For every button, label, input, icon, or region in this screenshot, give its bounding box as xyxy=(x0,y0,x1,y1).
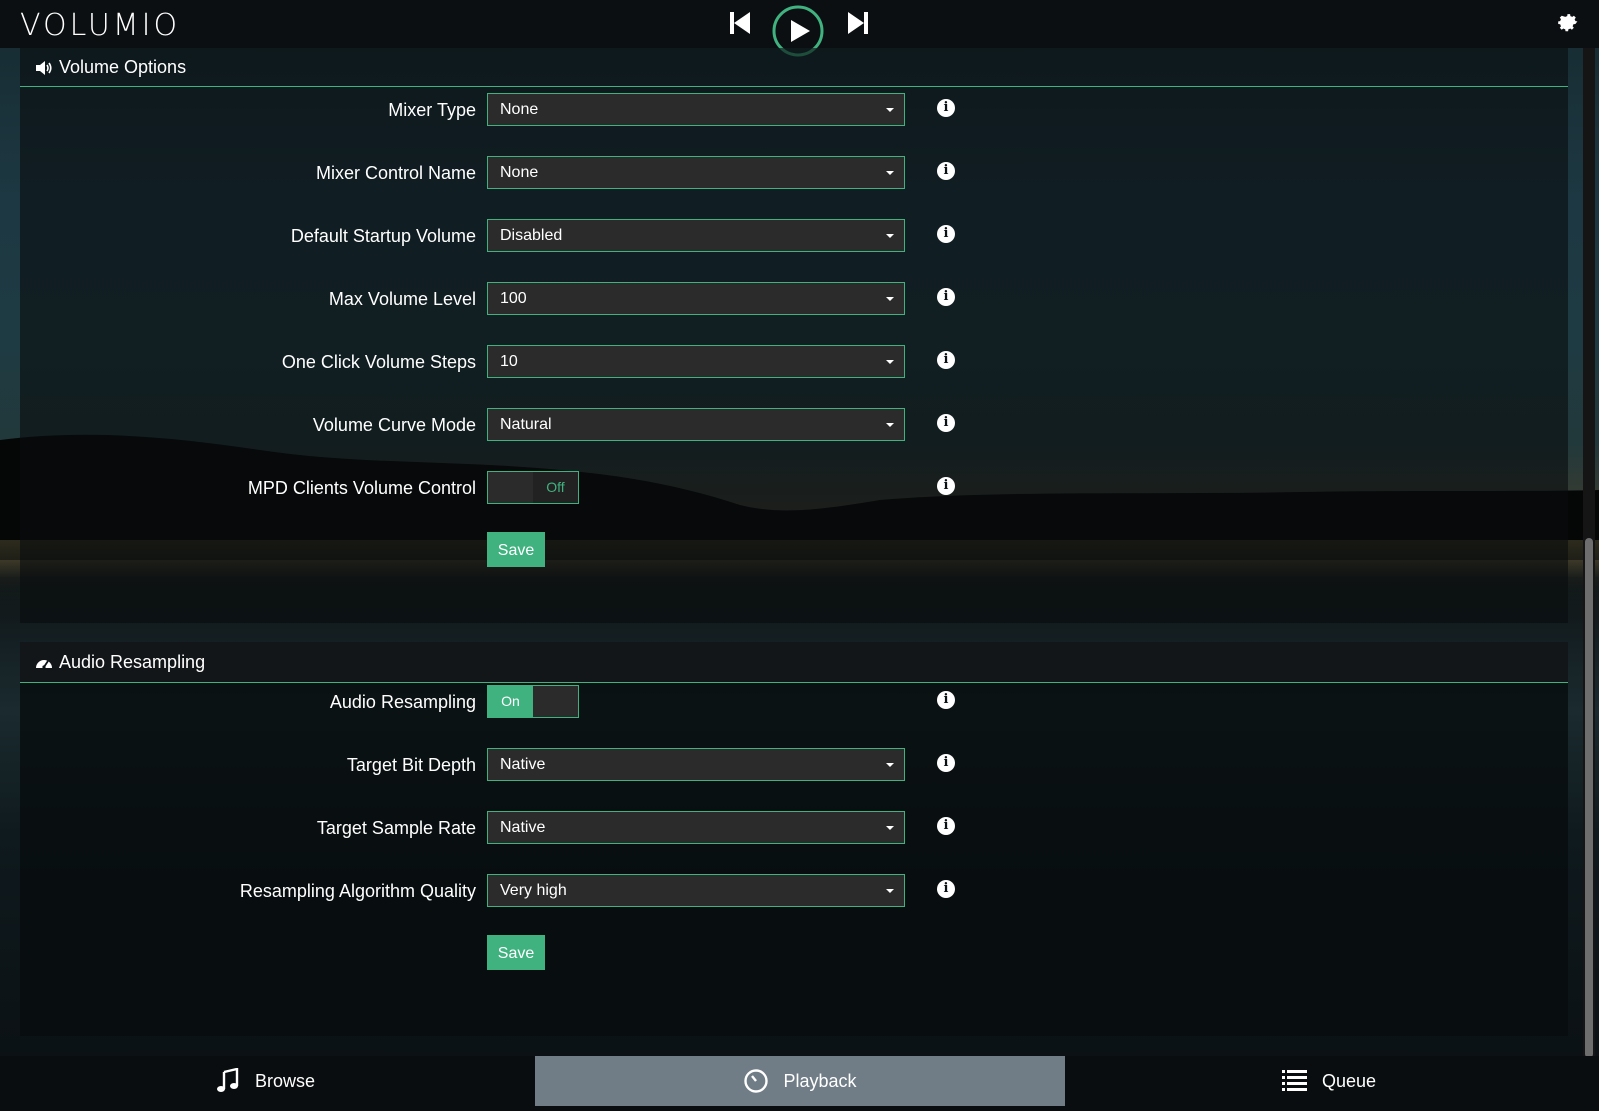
max-volume-level-select[interactable]: 100 xyxy=(487,282,905,315)
volume-curve-mode-select[interactable]: Natural xyxy=(487,408,905,441)
info-icon[interactable]: i xyxy=(937,225,955,243)
skip-previous-icon[interactable] xyxy=(728,10,752,36)
target-sample-rate-label: Target Sample Rate xyxy=(316,818,476,838)
default-startup-volume-select[interactable]: Disabled xyxy=(487,219,905,252)
mpd-clients-volume-toggle[interactable]: Off xyxy=(487,471,579,504)
max-volume-level-row: Max Volume Level 100 i xyxy=(20,282,1568,316)
chevron-down-icon xyxy=(886,423,894,427)
info-icon[interactable]: i xyxy=(937,288,955,306)
volume-save-button[interactable]: Save xyxy=(487,532,545,567)
play-icon xyxy=(791,20,810,42)
dashboard-icon xyxy=(36,659,52,669)
mpd-clients-volume-label: MPD Clients Volume Control xyxy=(247,478,476,498)
info-icon[interactable]: i xyxy=(937,477,955,495)
chevron-down-icon xyxy=(886,763,894,767)
gear-icon[interactable] xyxy=(1556,10,1580,34)
tab-browse-label: Browse xyxy=(254,1070,316,1091)
one-click-volume-steps-label: One Click Volume Steps xyxy=(281,352,476,372)
default-startup-volume-label: Default Startup Volume xyxy=(290,226,476,246)
volume-options-panel: Volume Options Mixer Type None i Mixer C… xyxy=(20,48,1568,623)
mpd-clients-volume-row: MPD Clients Volume Control Off i xyxy=(20,471,1568,505)
mixer-type-label: Mixer Type xyxy=(388,100,476,120)
info-icon[interactable]: i xyxy=(937,162,955,180)
target-sample-rate-select[interactable]: Native xyxy=(487,811,905,844)
one-click-volume-steps-row: One Click Volume Steps 10 i xyxy=(20,345,1568,379)
target-bit-depth-label: Target Bit Depth xyxy=(346,755,476,775)
volume-curve-mode-label: Volume Curve Mode xyxy=(312,415,476,435)
music-note-icon xyxy=(216,1068,239,1092)
tab-playback-label: Playback xyxy=(783,1070,857,1091)
tab-browse[interactable]: Browse xyxy=(0,1056,530,1106)
default-startup-volume-row: Default Startup Volume Disabled i xyxy=(20,219,1568,253)
info-icon[interactable]: i xyxy=(937,817,955,835)
max-volume-level-label: Max Volume Level xyxy=(328,289,476,309)
chevron-down-icon xyxy=(886,360,894,364)
info-icon[interactable]: i xyxy=(937,351,955,369)
target-bit-depth-select[interactable]: Native xyxy=(487,748,905,781)
list-icon xyxy=(1281,1070,1307,1091)
resampling-save-button[interactable]: Save xyxy=(487,935,545,970)
target-bit-depth-row: Target Bit Depth Native i xyxy=(20,748,1568,782)
chevron-down-icon xyxy=(886,297,894,301)
target-sample-rate-row: Target Sample Rate Native i xyxy=(20,811,1568,845)
info-icon[interactable]: i xyxy=(937,880,955,898)
scrollbar[interactable] xyxy=(1583,48,1595,1058)
chevron-down-icon xyxy=(886,234,894,238)
mixer-control-name-row: Mixer Control Name None i xyxy=(20,156,1568,190)
one-click-volume-steps-select[interactable]: 10 xyxy=(487,345,905,378)
volume-curve-mode-row: Volume Curve Mode Natural i xyxy=(20,408,1568,442)
chevron-down-icon xyxy=(886,171,894,175)
audio-resampling-toggle[interactable]: On xyxy=(487,685,579,718)
top-bar: VOLUMIO xyxy=(0,0,1599,57)
bottom-nav: Browse Playback Queue xyxy=(0,1056,1599,1111)
chevron-down-icon xyxy=(886,826,894,830)
resampling-quality-label: Resampling Algorithm Quality xyxy=(239,881,476,901)
tab-queue-label: Queue xyxy=(1321,1070,1377,1091)
mixer-type-row: Mixer Type None i xyxy=(20,93,1568,127)
volumio-logo: VOLUMIO xyxy=(20,8,181,43)
audio-resampling-panel: Audio Resampling Audio Resampling On i T… xyxy=(20,642,1568,1036)
chevron-down-icon xyxy=(886,889,894,893)
chevron-down-icon xyxy=(886,108,894,112)
skip-next-icon[interactable] xyxy=(846,10,870,36)
mixer-type-select[interactable]: None xyxy=(487,93,905,126)
audio-resampling-title: Audio Resampling xyxy=(59,652,206,672)
volume-icon xyxy=(36,60,52,75)
clock-icon xyxy=(744,1069,769,1093)
volume-options-header: Volume Options xyxy=(20,48,1568,87)
audio-resampling-toggle-row: Audio Resampling On i xyxy=(20,685,1568,719)
info-icon[interactable]: i xyxy=(937,754,955,772)
audio-resampling-label: Audio Resampling xyxy=(329,692,476,712)
resampling-quality-select[interactable]: Very high xyxy=(487,874,905,907)
audio-resampling-header: Audio Resampling xyxy=(20,642,1568,683)
tab-queue[interactable]: Queue xyxy=(1064,1056,1594,1106)
mixer-control-name-select[interactable]: None xyxy=(487,156,905,189)
resampling-quality-row: Resampling Algorithm Quality Very high i xyxy=(20,874,1568,908)
info-icon[interactable]: i xyxy=(937,414,955,432)
tab-playback[interactable]: Playback xyxy=(535,1056,1065,1106)
info-icon[interactable]: i xyxy=(937,691,955,709)
volume-options-title: Volume Options xyxy=(59,57,187,77)
info-icon[interactable]: i xyxy=(937,99,955,117)
scrollbar-thumb[interactable] xyxy=(1585,538,1593,1058)
mixer-control-name-label: Mixer Control Name xyxy=(315,163,476,183)
